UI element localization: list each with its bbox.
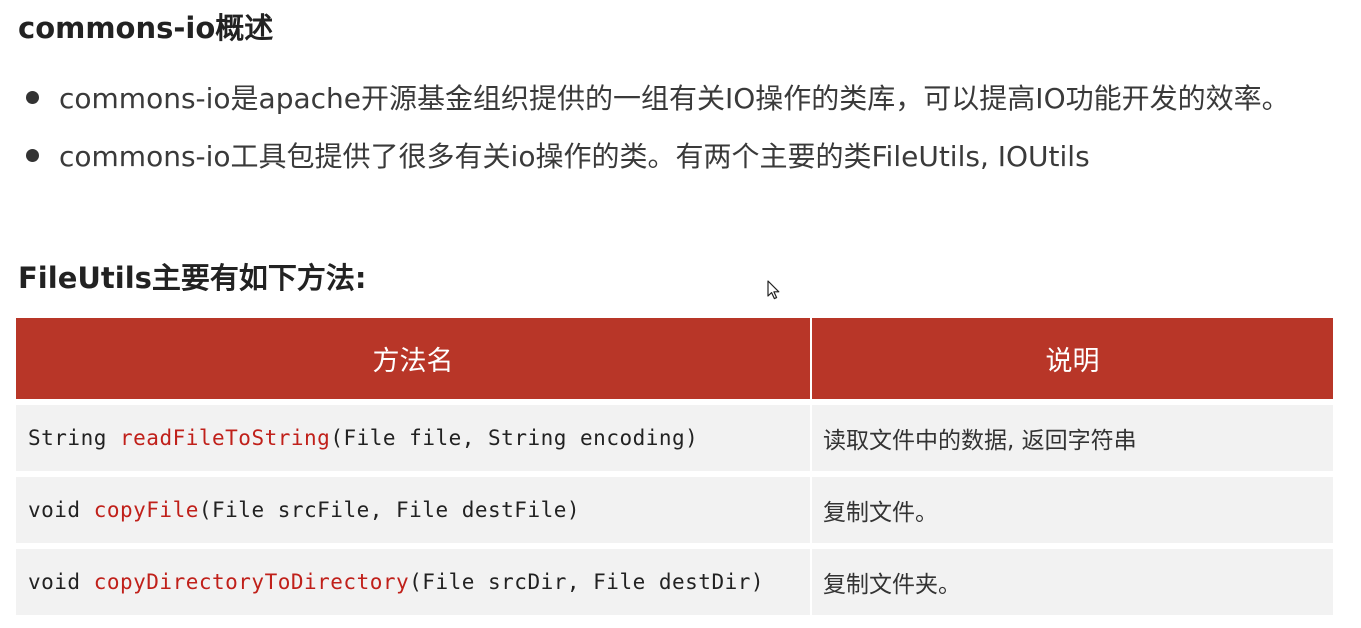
section-subtitle: FileUtils主要有如下方法:: [18, 261, 367, 295]
bullet-list: commons-io是apache开源基金组织提供的一组有关IO操作的类库，可以…: [18, 72, 1290, 188]
return-type: String: [28, 426, 121, 450]
page-title: commons-io概述: [18, 11, 274, 45]
method-params: (File srcFile, File destFile): [198, 498, 581, 522]
bullet-dot-icon: [26, 148, 39, 162]
bullet-item: commons-io是apache开源基金组织提供的一组有关IO操作的类库，可以…: [18, 72, 1290, 122]
bullet-dot-icon: [26, 90, 39, 104]
method-signature-cell: String readFileToString(File file, Strin…: [16, 399, 812, 471]
method-signature-cell: void copyDirectoryToDirectory(File srcDi…: [16, 543, 812, 615]
return-type: void: [28, 498, 94, 522]
table-header-row: 方法名 说明: [16, 318, 1333, 399]
method-description-cell: 读取文件中的数据, 返回字符串: [812, 399, 1333, 471]
method-name: readFileToString: [120, 426, 331, 450]
return-type: void: [28, 570, 94, 594]
mouse-pointer-icon: [767, 280, 780, 300]
column-header-description: 说明: [812, 318, 1333, 399]
bullet-item: commons-io工具包提供了很多有关io操作的类。有两个主要的类FileUt…: [18, 130, 1290, 180]
bullet-text: commons-io工具包提供了很多有关io操作的类。有两个主要的类FileUt…: [59, 140, 1090, 173]
bullet-text: commons-io是apache开源基金组织提供的一组有关IO操作的类库，可以…: [59, 82, 1290, 115]
column-header-method: 方法名: [16, 318, 812, 399]
slide-page: commons-io概述 commons-io是apache开源基金组织提供的一…: [0, 0, 1361, 628]
method-description-cell: 复制文件夹。: [812, 543, 1333, 615]
method-params: (File srcDir, File destDir): [409, 570, 765, 594]
table-row: String readFileToString(File file, Strin…: [16, 399, 1333, 471]
method-name: copyFile: [93, 498, 199, 522]
method-signature-cell: void copyFile(File srcFile, File destFil…: [16, 471, 812, 543]
table-row: void copyFile(File srcFile, File destFil…: [16, 471, 1333, 543]
method-name: copyDirectoryToDirectory: [93, 570, 410, 594]
methods-table: 方法名 说明 String readFileToString(File file…: [16, 318, 1333, 615]
method-description-cell: 复制文件。: [812, 471, 1333, 543]
table-row: void copyDirectoryToDirectory(File srcDi…: [16, 543, 1333, 615]
method-params: (File file, String encoding): [330, 426, 699, 450]
